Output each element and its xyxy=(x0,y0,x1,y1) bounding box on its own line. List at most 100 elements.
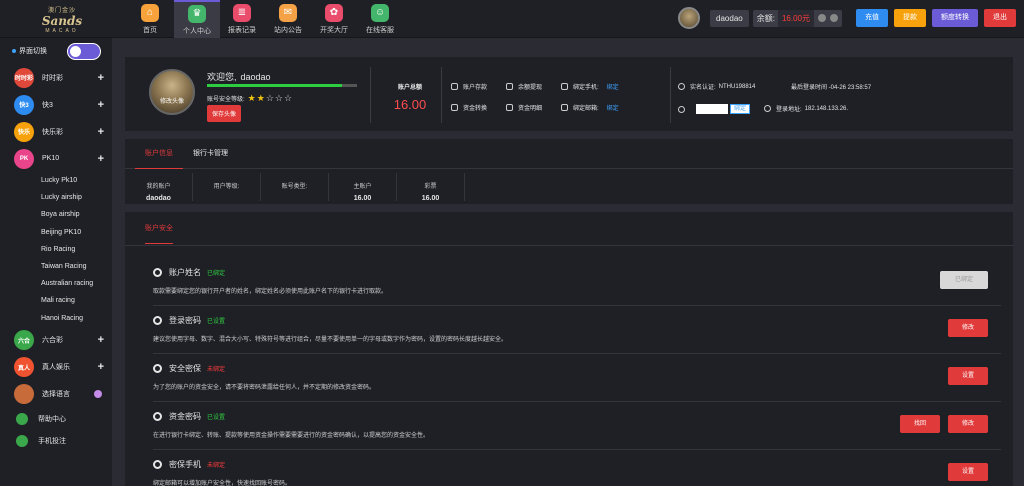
nav-item-1[interactable]: ♛ 个人中心 xyxy=(174,0,220,38)
nav-item-5[interactable]: ☺ 在线客服 xyxy=(364,0,396,38)
quick-action-label: 绑定手机: xyxy=(573,85,599,91)
security-action-button[interactable]: 设置 xyxy=(947,463,988,481)
welcome-text: 欢迎您, daodao xyxy=(207,70,271,83)
quick-action-3[interactable]: 资金转换 xyxy=(451,103,506,112)
security-item-3: 资金密码 已设置 在进行银行卡绑定、转账、提款等使用资金操作需要需要进行的资金密码确… xyxy=(153,402,1001,450)
sidebar-subitem[interactable]: Boya airship xyxy=(0,206,112,223)
sidebar-item-3[interactable]: PK PK10 + xyxy=(0,145,112,172)
account-cell: 账号类型: xyxy=(261,173,329,201)
nav-item-4[interactable]: ✿ 开奖大厅 xyxy=(318,0,350,38)
sidebar-link-1[interactable]: 手机投注 xyxy=(0,430,112,452)
qq-row: 绑定 xyxy=(678,104,751,114)
account-cell-value: 16.00 xyxy=(353,195,372,202)
sidebar-subitem[interactable]: Mali racing xyxy=(0,292,112,309)
sidebar-item-0[interactable]: 六合 六合彩 + xyxy=(0,327,112,354)
balance-unit: 元 xyxy=(802,13,810,23)
phone-icon xyxy=(561,83,568,90)
security-level-label: 账号安全等级: xyxy=(207,97,245,103)
sidebar-item-2[interactable]: 快乐 快乐彩 + xyxy=(0,118,112,145)
login-info: 实名认证: NTHU198814 最后登录时间 -04-26 23:58:57 … xyxy=(678,82,998,114)
bind-link[interactable]: 绑定 xyxy=(607,103,619,112)
nav-item-2[interactable]: ≣ 报表记录 xyxy=(226,0,258,38)
sidebar-links: 帮助中心手机投注 xyxy=(0,408,112,452)
refresh-icon[interactable] xyxy=(818,14,826,22)
quick-action-label: 账户存款 xyxy=(463,85,488,91)
plus-icon[interactable]: + xyxy=(98,153,104,165)
security-action-button[interactable]: 修改 xyxy=(947,415,988,433)
security-item-title: 资金密码 已设置 xyxy=(153,411,225,422)
quick-action-2[interactable]: 绑定手机: 绑定 xyxy=(561,82,621,91)
tab-account-1[interactable]: 银行卡管理 xyxy=(183,139,238,168)
lottery-icon: ✿ xyxy=(325,3,343,22)
mobile-icon xyxy=(153,460,162,469)
logo[interactable]: 澳门金沙 Sands MACAO xyxy=(0,0,124,38)
sidebar-item-0[interactable]: 时时彩 时时彩 + xyxy=(0,64,112,91)
plus-icon[interactable]: + xyxy=(98,72,104,84)
last-login-time: 最后登录时间 -04-26 23:58:57 xyxy=(791,85,872,91)
top-buttons: 充值 提款 额度转换 退出 xyxy=(850,9,1016,27)
sidebar-subitem[interactable]: Australian racing xyxy=(0,275,112,292)
quick-action-5[interactable]: 绑定邮箱: 绑定 xyxy=(561,103,621,112)
qq-bind-button[interactable]: 绑定 xyxy=(730,104,751,114)
avatar[interactable] xyxy=(678,7,701,29)
security-action-button[interactable]: 找回 xyxy=(899,415,940,433)
sidebar-item-2[interactable]: 选择语言 xyxy=(0,381,112,408)
sidebar-item-1[interactable]: 快3 快3 + xyxy=(0,91,112,118)
sidebar-item-1[interactable]: 真人 真人娱乐 + xyxy=(0,354,112,381)
top-button-3[interactable]: 退出 xyxy=(984,9,1016,27)
security-item-1: 登录密码 已设置 建议您使用字母、数字、混合大小写、特殊符号等进行组合，尽量不要使用… xyxy=(153,306,1001,354)
profile-avatar[interactable]: 修改头像 xyxy=(149,69,195,115)
account-cell-label: 我的账户 xyxy=(146,184,171,190)
account-row: 我的账户 daodao 用户等级: 账号类型: 主账户 16.00 彩票 16.00 xyxy=(125,169,1013,202)
sidebar-link-0[interactable]: 帮助中心 xyxy=(0,408,112,430)
top-button-0[interactable]: 充值 xyxy=(856,9,888,27)
sidebar-subitem[interactable]: Rio Racing xyxy=(0,241,112,258)
sidebar-subitem[interactable]: Lucky Pk10 xyxy=(0,172,112,189)
plus-icon[interactable]: + xyxy=(98,334,104,346)
sidebar-subitem[interactable]: Hanoi Racing xyxy=(0,310,112,327)
security-item-4: 密保手机 未绑定 绑定邮箱可以增加账户安全性，快速找回账号密码。 设置 xyxy=(153,450,1001,486)
support-icon: ☺ xyxy=(371,3,389,22)
qq-input[interactable] xyxy=(696,104,728,114)
bind-link[interactable]: 绑定 xyxy=(607,82,619,91)
sidebar-item-label: PK10 xyxy=(42,155,60,162)
sidebar-subitem[interactable]: Taiwan Racing xyxy=(0,258,112,275)
welcome-label: 欢迎您, xyxy=(207,72,237,82)
plus-icon[interactable]: + xyxy=(98,126,104,138)
login-ip-label: 登录地址: xyxy=(776,107,802,113)
last-login-row: 最后登录时间 -04-26 23:58:57 xyxy=(791,82,871,91)
sidebar-link-label: 帮助中心 xyxy=(38,415,66,423)
quick-action-4[interactable]: 资金明细 xyxy=(506,103,561,112)
nav-item-0[interactable]: ⌂ 首页 xyxy=(134,0,166,38)
quick-action-0[interactable]: 账户存款 xyxy=(451,82,506,91)
security-progress-fill xyxy=(207,84,342,87)
divider xyxy=(370,67,371,123)
sidebar-subitem[interactable]: Lucky airship xyxy=(0,189,112,206)
plus-icon[interactable]: + xyxy=(98,361,104,373)
save-avatar-button[interactable]: 保存头像 xyxy=(207,105,242,122)
total-label: 账户总额 xyxy=(397,85,422,91)
category-icon: 快乐 xyxy=(14,121,34,142)
quick-actions: 账户存款 余额提现 绑定手机: 绑定 资金转换 资金明细 绑定邮箱: 绑定 xyxy=(451,82,686,112)
account-cell-label: 用户等级: xyxy=(213,184,240,190)
realname-label: 实名认证: xyxy=(690,85,716,91)
security-item-title: 账户姓名 已绑定 xyxy=(153,267,225,278)
lock-icon xyxy=(153,316,162,325)
top-button-1[interactable]: 提款 xyxy=(894,9,926,27)
security-item-name: 账户姓名 xyxy=(169,268,201,277)
nav-item-3[interactable]: ✉ 站内公告 xyxy=(272,0,304,38)
plus-icon[interactable]: + xyxy=(98,99,104,111)
security-action-button[interactable]: 设置 xyxy=(947,367,988,385)
tab-account-security[interactable]: 账户安全 xyxy=(145,225,173,244)
theme-toggle[interactable] xyxy=(67,42,101,60)
tab-account-0[interactable]: 账户信息 xyxy=(135,139,183,169)
top-button-2[interactable]: 额度转换 xyxy=(932,9,978,27)
eye-icon[interactable] xyxy=(830,14,838,22)
quick-action-1[interactable]: 余额提现 xyxy=(506,82,561,91)
logo-line1: 澳门金沙 xyxy=(47,7,76,14)
sidebar-subitem[interactable]: Beijing PK10 xyxy=(0,224,112,241)
profile-panel: 修改头像 欢迎您, daodao 账号安全等级: ★★☆☆☆ 保存头像 账户总额 … xyxy=(125,57,1013,131)
security-action-button[interactable]: 修改 xyxy=(947,319,988,337)
account-total: 账户总额 16.00 xyxy=(380,82,440,112)
